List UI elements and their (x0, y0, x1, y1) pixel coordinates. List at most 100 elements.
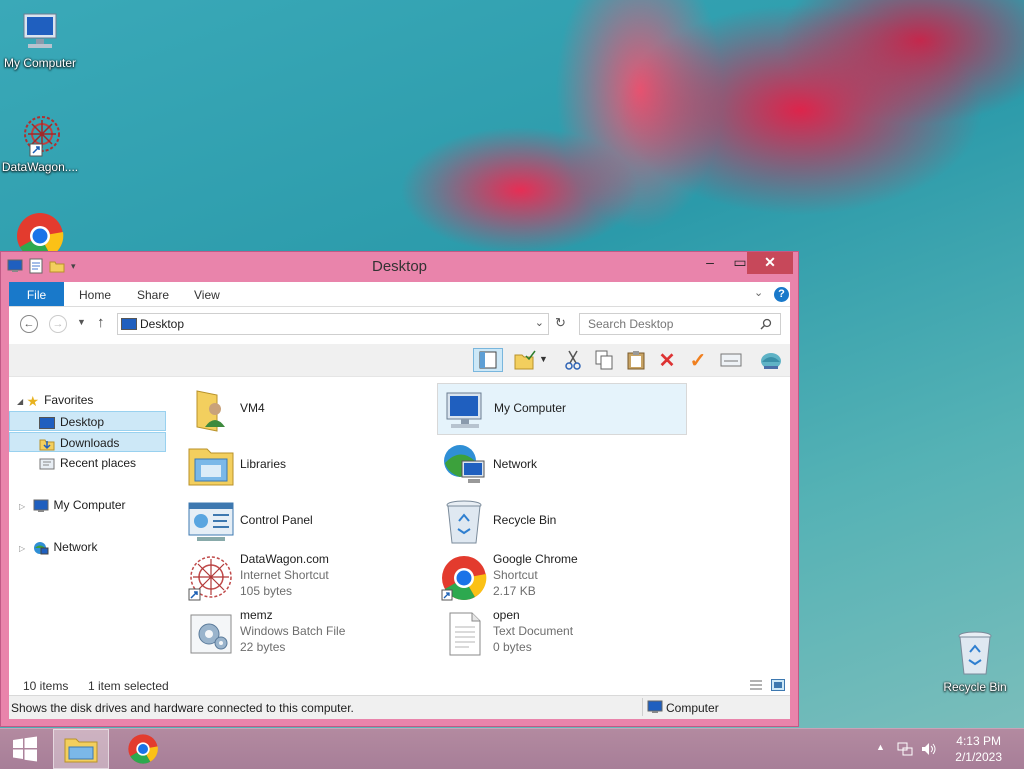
recent-locations-icon[interactable]: ▼ (77, 317, 86, 327)
nav-favorites[interactable]: ◢ ★ Favorites (17, 390, 93, 410)
details-view-icon[interactable] (749, 679, 763, 691)
search-icon[interactable] (760, 318, 772, 330)
file-name: My Computer (494, 401, 567, 415)
file-item[interactable]: VM4 (179, 384, 429, 436)
tab-home[interactable]: Home (79, 282, 111, 306)
help-icon[interactable]: ? (774, 287, 789, 302)
item-count: 10 items (23, 679, 69, 693)
file-list: VM4 My Computer Libraries Network Contro… (179, 377, 790, 677)
windows-logo-icon (13, 736, 37, 762)
taskbar-file-explorer[interactable] (53, 729, 109, 769)
datawagon-icon (24, 116, 60, 157)
properties-button[interactable] (719, 348, 743, 372)
desktop-icon-label: Recycle Bin (943, 680, 1007, 694)
file-item[interactable]: Google Chrome Shortcut 2.17 KB (437, 552, 687, 604)
desktop-icon-label: My Computer (3, 56, 77, 70)
nav-network-label: Network (53, 540, 98, 554)
details-bar: Shows the disk drives and hardware conne… (9, 695, 790, 719)
downloads-folder-icon (39, 439, 55, 451)
taskbar-chrome[interactable] (115, 729, 171, 769)
file-item-selected[interactable]: My Computer (437, 383, 687, 435)
forward-button[interactable]: → (49, 315, 67, 333)
file-item[interactable]: Recycle Bin (437, 496, 687, 548)
close-button[interactable]: ✕ (747, 252, 793, 274)
user-folder-icon (196, 390, 225, 432)
recycle-bin-icon (446, 500, 482, 544)
tab-share[interactable]: Share (137, 282, 169, 306)
delete-button[interactable]: ✕ (655, 348, 679, 372)
large-icons-view-icon[interactable] (771, 679, 785, 691)
file-name: open (493, 608, 520, 622)
file-explorer-icon (64, 738, 98, 763)
file-item[interactable]: Control Panel (179, 496, 429, 548)
desktop-icon-datawagon[interactable]: DataWagon.... (0, 112, 80, 174)
expand-icon[interactable]: ▷ (19, 544, 25, 553)
file-type: Shortcut (493, 568, 538, 582)
tab-file[interactable]: File (9, 282, 64, 306)
new-folder-button[interactable] (513, 348, 537, 372)
file-name: Network (493, 457, 538, 471)
pane-icon (479, 351, 497, 369)
nav-downloads-label: Downloads (60, 436, 120, 450)
explorer-window[interactable]: ▾ Desktop – ▭ ✕ File Home Share View ⌄ ?… (0, 251, 799, 727)
nav-favorites-label: Favorites (44, 393, 94, 407)
desktop-icon-recycle-bin[interactable]: Recycle Bin (935, 630, 1015, 694)
file-item[interactable]: Libraries (179, 440, 429, 492)
command-toolbar: ▼ ✕ ✓ (9, 344, 790, 377)
desktop-small-icon (39, 416, 55, 429)
rename-button[interactable]: ✓ (686, 348, 710, 372)
file-item[interactable]: DataWagon.com Internet Shortcut 105 byte… (179, 552, 429, 604)
dropdown-icon[interactable]: ▼ (539, 354, 548, 364)
paste-button[interactable] (624, 348, 648, 372)
desktop-icon-my-computer[interactable]: My Computer (0, 8, 80, 70)
expand-ribbon-icon[interactable]: ⌄ (754, 286, 763, 299)
minimize-button[interactable]: – (695, 252, 725, 274)
file-item[interactable]: memz Windows Batch File 22 bytes (179, 608, 429, 660)
nav-recent-places[interactable]: Recent places (39, 453, 136, 473)
show-hidden-icons-button[interactable]: ▲ (876, 742, 885, 752)
nav-downloads[interactable]: Downloads (9, 432, 166, 452)
file-type: Windows Batch File (240, 624, 346, 638)
preview-pane-button[interactable] (473, 348, 503, 372)
clock-date: 2/1/2023 (955, 750, 1002, 764)
clock[interactable]: 4:13 PM 2/1/2023 (955, 733, 1002, 765)
status-bar: 10 items 1 item selected (9, 677, 790, 697)
expand-icon[interactable]: ◢ (17, 397, 23, 406)
refresh-button[interactable]: ↻ (555, 315, 566, 331)
start-button[interactable] (0, 729, 50, 769)
volume-icon[interactable] (921, 742, 937, 756)
file-item[interactable]: Network (437, 440, 687, 492)
copy-icon (595, 350, 613, 370)
file-size: 22 bytes (240, 640, 286, 654)
file-item[interactable]: open Text Document 0 bytes (437, 608, 687, 660)
computer-icon (23, 13, 57, 48)
ribbon-tabs: File Home Share View ⌄ ? (9, 282, 790, 307)
tab-view[interactable]: View (194, 282, 220, 306)
libraries-icon (188, 448, 234, 486)
address-bar[interactable]: Desktop ⌄ (117, 313, 549, 335)
computer-icon (446, 392, 482, 428)
chrome-icon (128, 734, 158, 764)
browser-button[interactable] (759, 348, 783, 372)
title-bar[interactable]: ▾ Desktop – ▭ ✕ (1, 252, 798, 280)
search-input[interactable]: Search Desktop (579, 313, 781, 335)
file-name: DataWagon.com (240, 552, 329, 566)
cut-button[interactable] (561, 348, 585, 372)
up-button[interactable]: ↑ (97, 314, 105, 331)
taskbar: ▲ 4:13 PM 2/1/2023 (0, 728, 1024, 769)
folder-check-icon (514, 350, 536, 370)
file-name: VM4 (240, 401, 265, 415)
file-size: 0 bytes (493, 640, 532, 654)
file-type: Text Document (493, 624, 574, 638)
nav-my-computer[interactable]: ▷ My Computer (19, 495, 126, 515)
nav-desktop[interactable]: Desktop (9, 411, 166, 431)
expand-icon[interactable]: ▷ (19, 502, 25, 511)
file-name: Libraries (240, 457, 287, 471)
scissors-icon (565, 350, 581, 370)
properties-card-icon (720, 353, 742, 367)
back-button[interactable]: ← (20, 315, 38, 333)
copy-button[interactable] (592, 348, 616, 372)
nav-network[interactable]: ▷ Network (19, 537, 98, 557)
network-tray-icon[interactable] (897, 742, 913, 756)
address-dropdown-icon[interactable]: ⌄ (535, 316, 544, 329)
